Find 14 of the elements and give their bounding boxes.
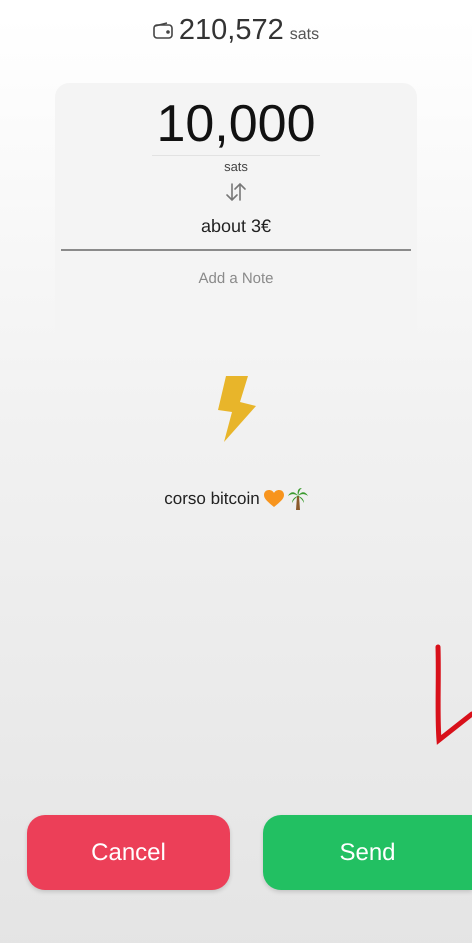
balance-amount: 210,572 <box>178 14 284 47</box>
wallet-icon <box>152 22 173 39</box>
amount-unit: sats <box>224 159 248 174</box>
palm-tree-icon <box>288 488 308 510</box>
invoice-description: corso bitcoin <box>164 489 260 509</box>
send-button[interactable]: Send <box>263 815 472 890</box>
balance-unit: sats <box>290 26 320 44</box>
heart-icon <box>264 490 284 508</box>
fiat-amount: about 3€ <box>200 216 272 237</box>
swap-icon[interactable] <box>224 182 248 202</box>
note-field[interactable]: Add a Note <box>84 269 388 288</box>
amount-value: 10,000 <box>152 93 320 156</box>
cancel-button[interactable]: Cancel <box>27 815 230 890</box>
lightning-icon <box>216 376 256 442</box>
